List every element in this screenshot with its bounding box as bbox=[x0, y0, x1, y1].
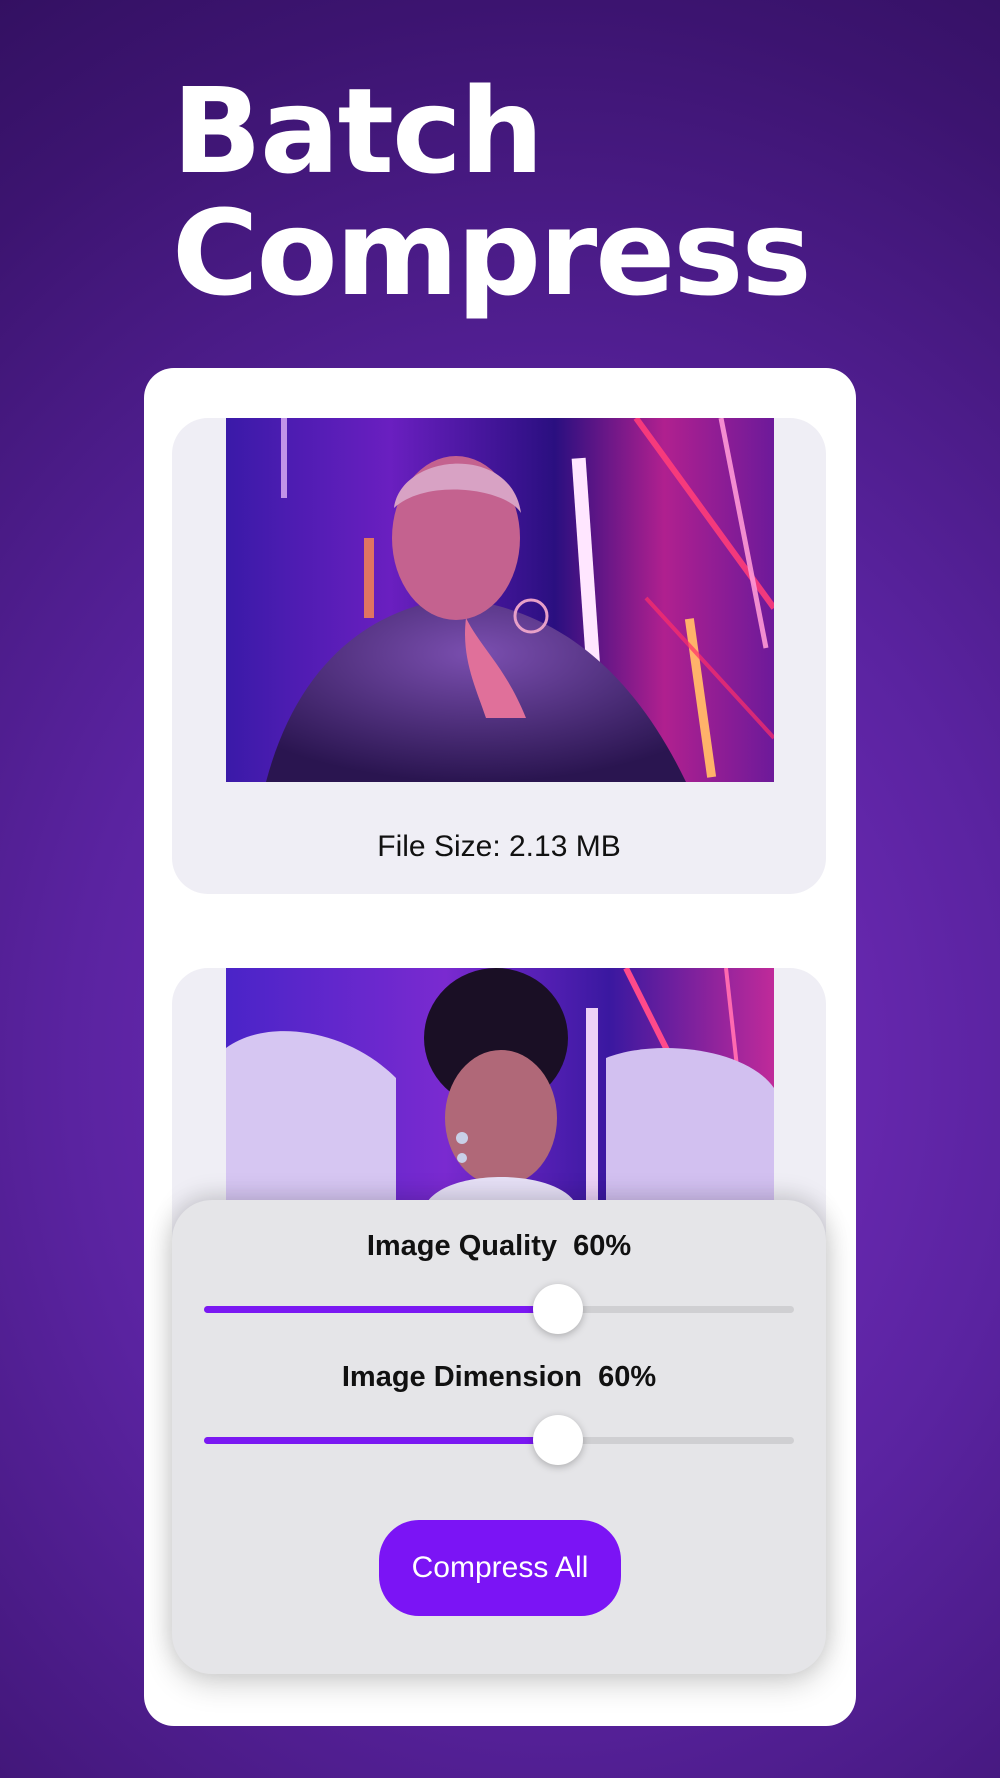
image-quality-label: Image Quality 60% bbox=[366, 1230, 632, 1262]
compress-all-button[interactable]: Compress All bbox=[379, 1520, 621, 1616]
image-quality-slider[interactable] bbox=[204, 1284, 794, 1334]
slider-fill bbox=[204, 1437, 558, 1444]
page-title-line-2: Compress bbox=[172, 184, 812, 322]
slider-thumb[interactable] bbox=[533, 1415, 583, 1465]
batch-card: File Size: 2.13 MB Image Quality 60% Ima… bbox=[144, 368, 856, 1726]
image-dimension-label: Image Dimension 60% bbox=[341, 1361, 657, 1393]
image-tile[interactable]: File Size: 2.13 MB bbox=[172, 418, 826, 894]
photo-thumbnail bbox=[226, 968, 774, 1204]
app-screen: { "headline": { "line1": "Batch", "line2… bbox=[0, 0, 1000, 1778]
page-title: Batch Compress bbox=[172, 62, 812, 322]
neon-portrait-photo bbox=[226, 418, 774, 782]
slider-fill bbox=[204, 1306, 558, 1313]
page-title-line-1: Batch bbox=[172, 62, 544, 200]
image-dimension-slider[interactable] bbox=[204, 1415, 794, 1465]
neon-portrait-photo bbox=[226, 968, 774, 1204]
photo-thumbnail bbox=[226, 418, 774, 782]
slider-thumb[interactable] bbox=[533, 1284, 583, 1334]
compression-settings-panel: Image Quality 60% Image Dimension 60% Co… bbox=[172, 1200, 826, 1674]
file-size-label: File Size: 2.13 MB bbox=[377, 830, 621, 863]
